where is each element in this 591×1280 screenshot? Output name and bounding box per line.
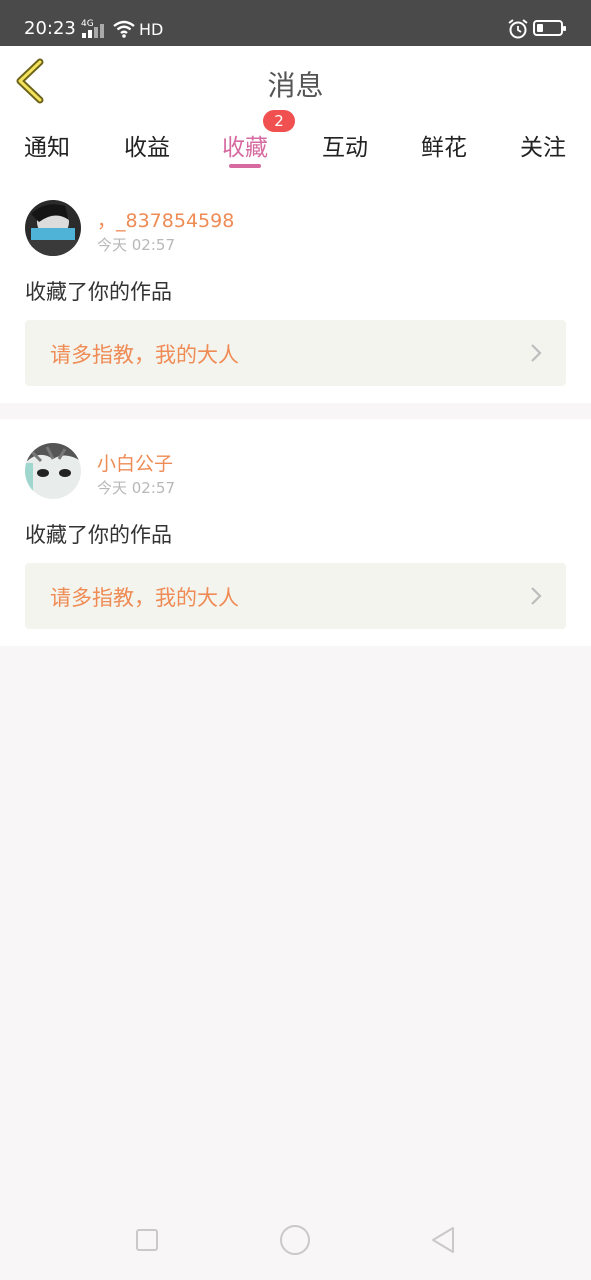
tab-badge: 2 [263, 110, 295, 132]
avatar[interactable] [25, 443, 81, 499]
action-text: 收藏了你的作品 [25, 523, 172, 547]
tab-interactions[interactable]: 互动 [307, 128, 383, 162]
action-text: 收藏了你的作品 [25, 280, 172, 304]
status-time: 20:23 [24, 18, 76, 39]
tab-flowers[interactable]: 鲜花 [406, 128, 482, 162]
tab-notifications[interactable]: 通知 [9, 128, 85, 162]
tab-earnings[interactable]: 收益 [109, 128, 185, 162]
reply-text: 请多指教，我的大人 [50, 586, 239, 610]
chevron-right-icon [531, 344, 542, 362]
hd-indicator: HD [139, 20, 164, 39]
timestamp: 今天 02:57 [97, 236, 175, 254]
recent-apps-button[interactable] [136, 1229, 158, 1251]
header: 消息 [0, 46, 591, 119]
timestamp: 今天 02:57 [97, 479, 175, 497]
username[interactable]: 小白公子 [97, 449, 173, 476]
wifi-icon [113, 20, 135, 38]
system-back-button[interactable] [429, 1225, 457, 1255]
signal-icon [82, 24, 106, 38]
active-tab-indicator [229, 164, 261, 168]
system-nav-bar [0, 1200, 591, 1280]
tab-follows[interactable]: 关注 [505, 128, 581, 162]
message-card: ，_837854598 今天 02:57 收藏了你的作品 请多指教，我的大人 [0, 176, 591, 403]
reply-text: 请多指教，我的大人 [50, 343, 239, 367]
work-link[interactable]: 请多指教，我的大人 [25, 563, 566, 629]
chevron-right-icon [531, 587, 542, 605]
page-title: 消息 [267, 69, 324, 102]
message-card: 小白公子 今天 02:57 收藏了你的作品 请多指教，我的大人 [0, 419, 591, 646]
home-button[interactable] [280, 1225, 310, 1255]
tab-bar: 通知 收益 收藏 互动 鲜花 关注 [0, 118, 591, 176]
work-link[interactable]: 请多指教，我的大人 [25, 320, 566, 386]
avatar[interactable] [25, 200, 81, 256]
alarm-icon [508, 19, 528, 39]
battery-icon [533, 20, 566, 36]
status-bar: 20:23 4G HD [0, 0, 591, 46]
tab-favorites[interactable]: 收藏 [207, 128, 283, 162]
username[interactable]: ，_837854598 [97, 206, 234, 233]
